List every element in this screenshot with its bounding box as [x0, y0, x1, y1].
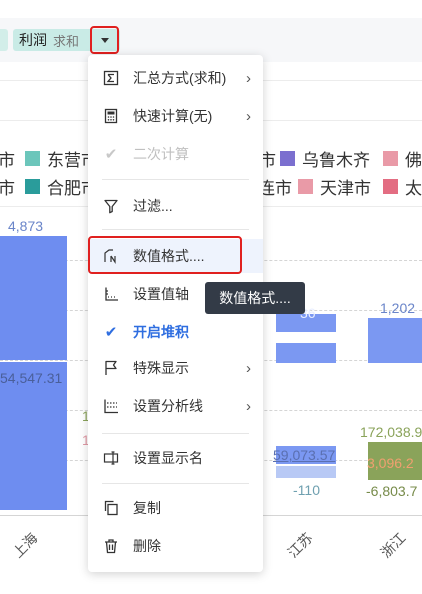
menu-divider: [102, 433, 249, 434]
legend-swatch: [25, 179, 40, 194]
menu-item-quick-calc[interactable]: 快速计算(无) ›: [88, 99, 263, 133]
menu-divider: [102, 483, 249, 484]
legend-swatch: [383, 151, 398, 166]
bar-jiangsu-2[interactable]: [276, 343, 336, 363]
bar-jiangsu-4[interactable]: [276, 466, 336, 478]
legend-swatch: [25, 151, 40, 166]
chevron-right-icon: ›: [246, 359, 251, 377]
legend-swatch: [280, 151, 295, 166]
field-name: 利润: [19, 32, 47, 48]
data-label: 172,038.9: [360, 424, 422, 440]
menu-item-filter[interactable]: 过滤...: [88, 189, 263, 223]
menu-divider: [102, 229, 249, 230]
number-format-highlight: [88, 236, 242, 274]
copy-icon: [102, 499, 120, 517]
check-icon: ✔: [104, 324, 118, 341]
chevron-right-icon: ›: [246, 107, 251, 125]
data-label: 59,073.57: [273, 447, 336, 463]
data-label: 4,873: [8, 218, 44, 234]
menu-item-special-display[interactable]: 特殊显示 ›: [88, 351, 263, 385]
chevron-right-icon: ›: [246, 69, 251, 87]
menu-item-analysis-line[interactable]: 设置分析线 ›: [88, 389, 263, 423]
trash-icon: [102, 537, 120, 555]
previous-field-pill[interactable]: [0, 29, 8, 51]
bar-shanghai-top[interactable]: [0, 236, 67, 360]
x-tick-label: 浙江: [377, 529, 409, 561]
bar-zhejiang-1[interactable]: [368, 318, 422, 363]
field-dropdown-button[interactable]: [90, 26, 119, 54]
data-label: 1,202: [380, 300, 416, 316]
legend-swatch: [298, 179, 313, 194]
calculator-icon: [102, 107, 120, 125]
chevron-down-icon: [100, 37, 109, 43]
legend-item[interactable]: 市: [0, 174, 15, 199]
analysis-line-icon: [102, 397, 120, 415]
legend-item[interactable]: 佛: [383, 146, 422, 171]
menu-divider: [102, 179, 249, 180]
menu-item-enable-stacking[interactable]: ✔ 开启堆积: [88, 315, 263, 349]
legend-item[interactable]: 太: [383, 174, 422, 199]
data-label: 54,547.31: [0, 370, 63, 386]
data-label: -6,803.7: [366, 483, 418, 499]
x-tick-label: 江苏: [284, 529, 316, 561]
chevron-right-icon: ›: [246, 397, 251, 415]
x-tick-label: 上海: [9, 529, 41, 561]
menu-item-delete[interactable]: 删除: [88, 529, 263, 563]
legend-item[interactable]: 乌鲁木齐: [280, 146, 370, 171]
menu-item-aggregation[interactable]: 汇总方式(求和) ›: [88, 61, 263, 95]
legend-item[interactable]: 市: [0, 146, 15, 171]
menu-item-copy[interactable]: 复制: [88, 491, 263, 525]
sigma-icon: [102, 69, 120, 87]
legend-item[interactable]: 天津市: [298, 174, 371, 199]
legend-swatch: [383, 179, 398, 194]
tooltip: 数值格式....: [205, 282, 305, 314]
axis-icon: [102, 285, 120, 303]
data-label: 3,096.2: [367, 455, 414, 471]
legend-item[interactable]: 连市: [258, 174, 292, 199]
data-label: -110: [293, 482, 320, 498]
filter-icon: [102, 197, 120, 215]
flag-icon: [102, 359, 120, 377]
check-icon: ✔: [104, 146, 118, 163]
field-aggregation: 求和: [53, 33, 80, 49]
menu-item-rename[interactable]: 设置显示名: [88, 441, 263, 475]
rename-icon: [102, 449, 120, 467]
menu-item-secondary-calc: ✔ 二次计算: [88, 137, 263, 171]
